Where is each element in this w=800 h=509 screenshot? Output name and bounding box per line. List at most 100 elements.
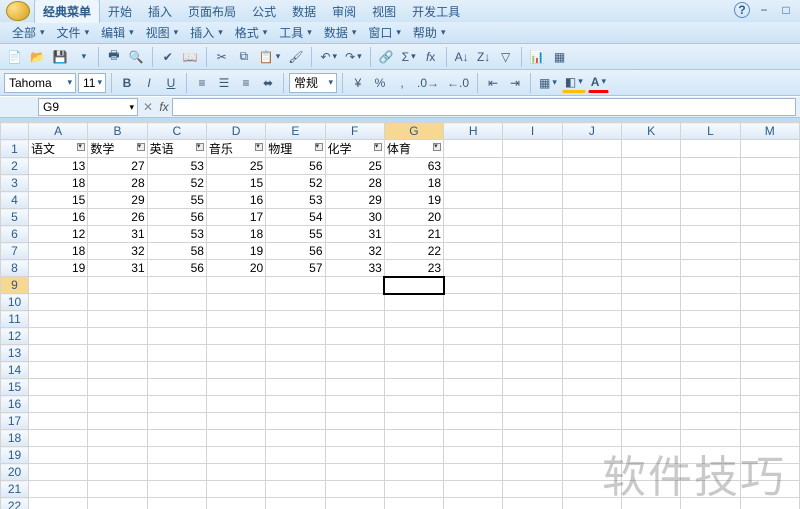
cell-G16[interactable] [384, 396, 443, 413]
cell-I16[interactable] [503, 396, 562, 413]
cell-K5[interactable] [622, 209, 681, 226]
cell-D7[interactable]: 19 [206, 243, 265, 260]
menu-all[interactable]: 全部 [6, 22, 51, 43]
undo-icon[interactable]: ↶ [317, 47, 340, 67]
cell-M12[interactable] [740, 328, 799, 345]
cell-B5[interactable]: 26 [88, 209, 147, 226]
cell-J22[interactable] [562, 498, 621, 509]
row-header-20[interactable]: 20 [1, 464, 29, 481]
cell-E14[interactable] [266, 362, 325, 379]
cell-L6[interactable] [681, 226, 740, 243]
cell-E18[interactable] [266, 430, 325, 447]
font-color-icon[interactable]: A [588, 73, 609, 93]
align-left-icon[interactable]: ≡ [192, 73, 212, 93]
cell-D14[interactable] [206, 362, 265, 379]
cell-D17[interactable] [206, 413, 265, 430]
cell-A10[interactable] [29, 294, 88, 311]
cell-E20[interactable] [266, 464, 325, 481]
cell-L20[interactable] [681, 464, 740, 481]
cell-M4[interactable] [740, 192, 799, 209]
cell-D9[interactable] [206, 277, 265, 294]
cell-D11[interactable] [206, 311, 265, 328]
cell-E17[interactable] [266, 413, 325, 430]
cell-M6[interactable] [740, 226, 799, 243]
menu-insert[interactable]: 插入 [184, 22, 229, 43]
cell-B4[interactable]: 29 [88, 192, 147, 209]
borders-icon[interactable]: ▦ [536, 73, 560, 93]
cell-K19[interactable] [622, 447, 681, 464]
cell-L8[interactable] [681, 260, 740, 277]
menu-format[interactable]: 格式 [229, 22, 274, 43]
cell-L12[interactable] [681, 328, 740, 345]
col-header-D[interactable]: D [206, 123, 265, 140]
col-header-L[interactable]: L [681, 123, 740, 140]
cell-M1[interactable] [740, 140, 799, 158]
cell-H6[interactable] [444, 226, 503, 243]
col-header-E[interactable]: E [266, 123, 325, 140]
cell-K8[interactable] [622, 260, 681, 277]
cell-K2[interactable] [622, 158, 681, 175]
cell-B14[interactable] [88, 362, 147, 379]
cell-A5[interactable]: 16 [29, 209, 88, 226]
cell-E15[interactable] [266, 379, 325, 396]
cell-A9[interactable] [29, 277, 88, 294]
cell-A19[interactable] [29, 447, 88, 464]
cell-J11[interactable] [562, 311, 621, 328]
dec-indent-icon[interactable]: ⇤ [483, 73, 503, 93]
font-name-select[interactable]: Tahoma [4, 73, 76, 93]
cell-H1[interactable] [444, 140, 503, 158]
cell-E5[interactable]: 54 [266, 209, 325, 226]
col-header-K[interactable]: K [622, 123, 681, 140]
cell-K12[interactable] [622, 328, 681, 345]
cell-I9[interactable] [503, 277, 562, 294]
row-header-12[interactable]: 12 [1, 328, 29, 345]
comma-icon[interactable]: , [392, 73, 412, 93]
cell-E4[interactable]: 53 [266, 192, 325, 209]
cell-A21[interactable] [29, 481, 88, 498]
office-orb[interactable] [6, 1, 30, 21]
cell-B7[interactable]: 32 [88, 243, 147, 260]
cell-E1[interactable]: 物理 [266, 140, 325, 158]
col-header-A[interactable]: A [29, 123, 88, 140]
cell-L15[interactable] [681, 379, 740, 396]
cell-H10[interactable] [444, 294, 503, 311]
cell-K18[interactable] [622, 430, 681, 447]
cell-J4[interactable] [562, 192, 621, 209]
cell-A16[interactable] [29, 396, 88, 413]
row-header-10[interactable]: 10 [1, 294, 29, 311]
paste-icon[interactable]: 📋 [256, 47, 283, 67]
cell-B11[interactable] [88, 311, 147, 328]
pivot-icon[interactable]: ▦ [550, 47, 570, 67]
cell-G1[interactable]: 体育 [384, 140, 443, 158]
col-header-M[interactable]: M [740, 123, 799, 140]
cell-I4[interactable] [503, 192, 562, 209]
cell-M15[interactable] [740, 379, 799, 396]
cell-K10[interactable] [622, 294, 681, 311]
cell-M19[interactable] [740, 447, 799, 464]
cell-K9[interactable] [622, 277, 681, 294]
cell-K16[interactable] [622, 396, 681, 413]
cell-H14[interactable] [444, 362, 503, 379]
cell-J10[interactable] [562, 294, 621, 311]
copy-icon[interactable]: ⧉ [234, 47, 254, 67]
cell-L9[interactable] [681, 277, 740, 294]
minimize-icon[interactable]: − [756, 2, 772, 18]
cell-H11[interactable] [444, 311, 503, 328]
cell-J5[interactable] [562, 209, 621, 226]
cell-C14[interactable] [147, 362, 206, 379]
cell-G6[interactable]: 21 [384, 226, 443, 243]
cell-D4[interactable]: 16 [206, 192, 265, 209]
cell-M14[interactable] [740, 362, 799, 379]
cell-C2[interactable]: 53 [147, 158, 206, 175]
cell-H5[interactable] [444, 209, 503, 226]
cell-B10[interactable] [88, 294, 147, 311]
sort-desc-icon[interactable]: Z↓ [474, 47, 494, 67]
research-icon[interactable]: 📖 [180, 47, 201, 67]
menu-edit[interactable]: 编辑 [95, 22, 140, 43]
filter-dropdown-icon[interactable] [374, 143, 382, 151]
cell-C5[interactable]: 56 [147, 209, 206, 226]
row-header-19[interactable]: 19 [1, 447, 29, 464]
cell-J19[interactable] [562, 447, 621, 464]
cell-A20[interactable] [29, 464, 88, 481]
cell-D15[interactable] [206, 379, 265, 396]
